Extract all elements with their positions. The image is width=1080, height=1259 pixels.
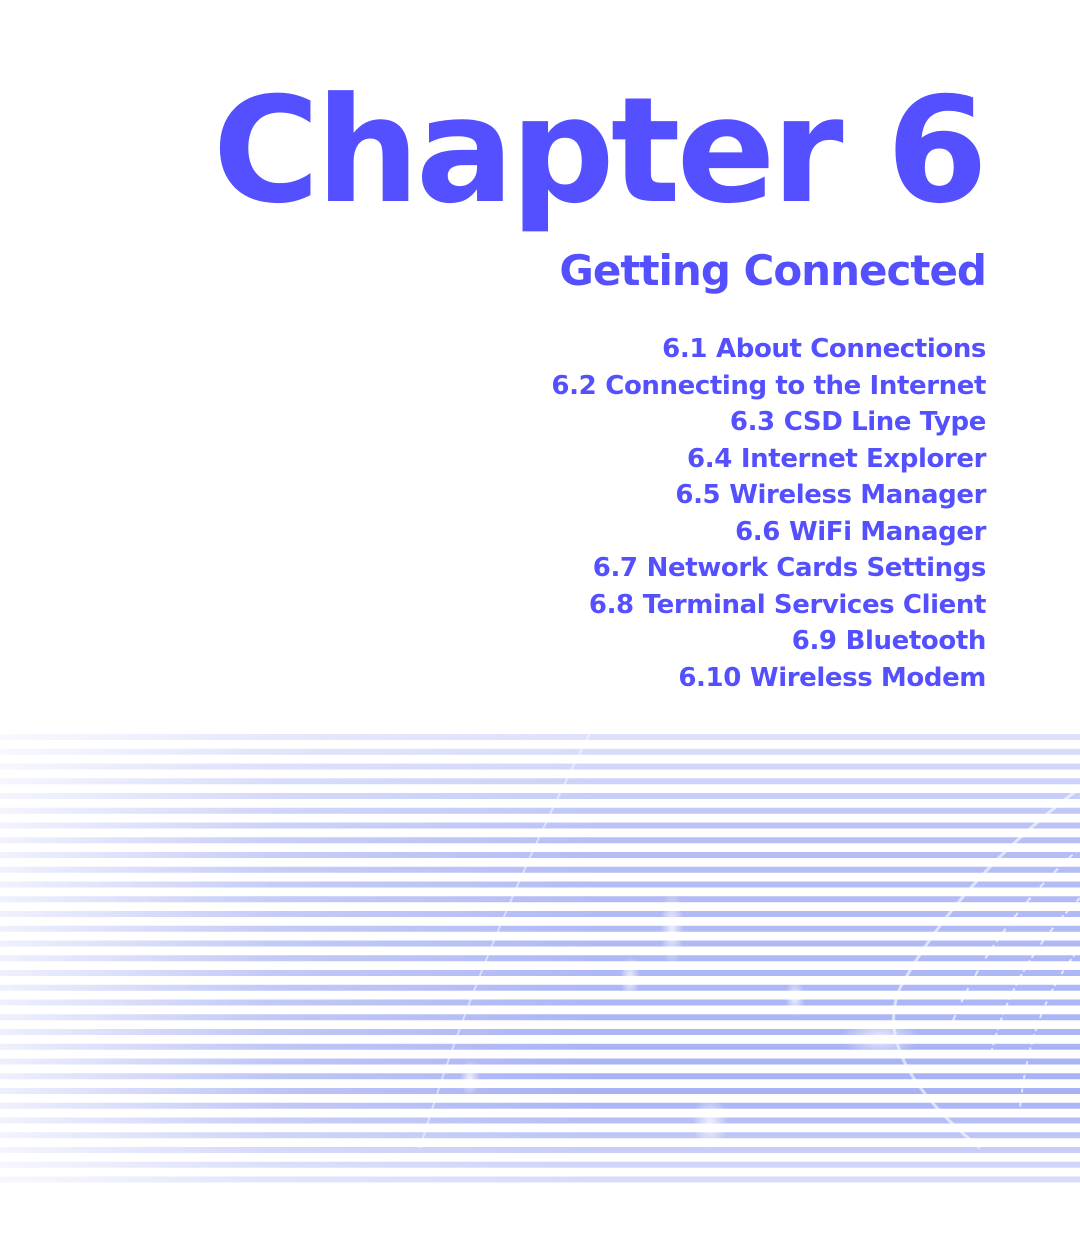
stripe-line <box>0 1102 1080 1109</box>
stripe-line <box>0 1073 1080 1080</box>
toc-item[interactable]: 6.2 Connecting to the Internet <box>551 368 986 405</box>
toc-item[interactable]: 6.8 Terminal Services Client <box>551 587 987 624</box>
stripe-line <box>0 1132 1080 1139</box>
toc-item[interactable]: 6.5 Wireless Manager <box>551 477 986 514</box>
toc-item-number: 6.6 <box>735 516 780 547</box>
stripe-line <box>0 1161 1080 1168</box>
toc-item-label: Internet Explorer <box>740 443 986 474</box>
stripe-line <box>0 925 1080 932</box>
stripe-line <box>0 1088 1080 1094</box>
stripe-line <box>0 837 1080 844</box>
stripe-line <box>0 866 1080 873</box>
toc-item[interactable]: 6.4 Internet Explorer <box>551 441 986 478</box>
stripe-line <box>0 1058 1080 1065</box>
toc-item[interactable]: 6.1 About Connections <box>551 331 986 368</box>
toc-item[interactable]: 6.7 Network Cards Settings <box>551 550 987 587</box>
stripe-line <box>0 911 1080 917</box>
stripe-line <box>0 1043 1080 1050</box>
chapter-subtitle: Getting Connected <box>559 246 987 295</box>
stripe-line <box>0 881 1080 888</box>
stripe-line <box>0 896 1080 903</box>
stripe-line <box>0 940 1080 947</box>
stripe-line <box>0 970 1080 976</box>
stripe-line <box>0 763 1080 770</box>
toc-item-label: About Connections <box>716 334 986 364</box>
stripe-line <box>0 822 1080 829</box>
toc-item-label: Connecting to the Internet <box>605 370 986 401</box>
toc-item-label: Network Cards Settings <box>646 553 987 583</box>
chapter-title: Chapter 6 <box>212 66 988 236</box>
toc-item-number: 6.3 <box>729 407 775 437</box>
toc-item-label: Terminal Services Client <box>642 589 987 620</box>
toc-item-number: 6.1 <box>662 334 708 364</box>
toc-item-label: Wireless Manager <box>729 480 986 510</box>
toc-item-label: Bluetooth <box>845 626 987 656</box>
toc-item-label: Wireless Modem <box>749 662 986 693</box>
toc-item[interactable]: 6.9 Bluetooth <box>551 623 987 660</box>
toc-item-number: 6.5 <box>675 480 721 510</box>
stripe-line <box>0 807 1080 814</box>
stripe-line <box>0 778 1080 785</box>
striped-globe-banner <box>0 732 1080 1183</box>
toc-item[interactable]: 6.10 Wireless Modem <box>551 660 986 697</box>
toc-item-number: 6.8 <box>588 589 634 620</box>
toc-item[interactable]: 6.3 CSD Line Type <box>551 404 987 441</box>
toc-item-number: 6.2 <box>551 370 597 401</box>
toc-item-number: 6.10 <box>678 662 741 693</box>
stripe-line <box>0 1117 1080 1124</box>
toc-item[interactable]: 6.6 WiFi Manager <box>551 514 986 551</box>
stripe-line <box>0 734 1080 740</box>
stripe-line <box>0 984 1080 991</box>
toc-item-label: CSD Line Type <box>783 407 987 437</box>
stripe-line <box>0 1147 1080 1153</box>
stripe-line <box>0 999 1080 1006</box>
toc-item-label: WiFi Manager <box>788 516 986 547</box>
stripe-line <box>0 748 1080 755</box>
stripe-line <box>0 1176 1080 1183</box>
toc-item-number: 6.9 <box>791 626 837 656</box>
stripe-line <box>0 852 1080 858</box>
table-of-contents: 6.1 About Connections 6.2 Connecting to th… <box>551 331 986 696</box>
stripe-line <box>0 793 1080 799</box>
toc-item-number: 6.7 <box>592 553 638 583</box>
stripe-line <box>0 1014 1080 1021</box>
toc-item-number: 6.4 <box>687 443 732 474</box>
